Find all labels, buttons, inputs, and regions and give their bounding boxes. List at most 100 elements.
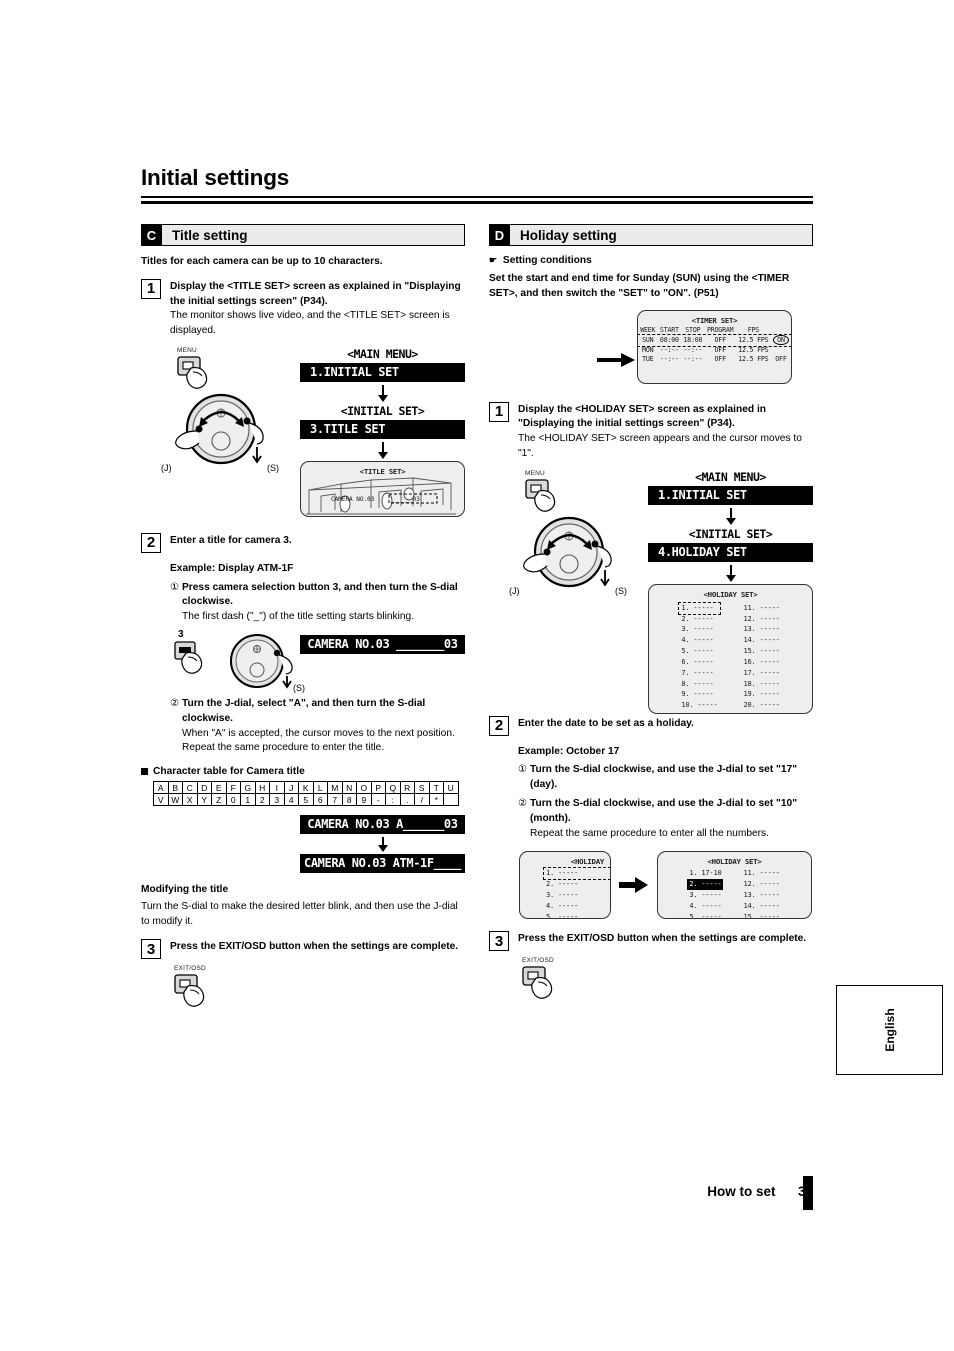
osd-initial-set-title-c: <INITIAL SET>	[340, 403, 425, 418]
holiday-entry[interactable]: 7. -----	[679, 668, 719, 679]
char-cell: T	[428, 781, 444, 795]
step-d2-sub1: ① Turn the S-dial clockwise, and use the…	[518, 763, 813, 793]
holiday-entry[interactable]: 3. -----	[687, 890, 723, 901]
jog-shuttle-dial-d[interactable]: (J) (S)	[507, 514, 647, 603]
sub2-marker-d: ②	[518, 798, 527, 810]
holiday-after-left-column: 1. 17-10 2. ----- 3. ----- 4. ----- 5. -…	[687, 868, 724, 919]
holiday-entry[interactable]: 17. -----	[742, 668, 782, 679]
timer-cell-start: 08:00	[659, 336, 679, 345]
holiday-entry[interactable]: 13. -----	[741, 890, 781, 901]
timer-cell-program: OFF	[714, 355, 727, 364]
char-cell: R	[399, 781, 415, 795]
holiday-entry[interactable]: 3. -----	[544, 890, 610, 901]
holiday-entry[interactable]: 10. -----	[679, 700, 719, 711]
section-c-lead: Titles for each camera can be up to 10 c…	[141, 256, 383, 267]
character-table-row-2: V W X Y Z 0 1 2 3 4 5 6 7 8 9 - : . / *	[153, 793, 459, 807]
holiday-entry[interactable]: 9. -----	[679, 689, 719, 700]
step-d2-number: 2	[489, 715, 509, 736]
holiday-entry[interactable]: 1. 17-10	[687, 868, 723, 879]
step-c3-bold: Press the EXIT/OSD button when the setti…	[170, 941, 459, 953]
jog-shuttle-dial-c[interactable]: (J) (S)	[159, 391, 299, 480]
holiday-entry[interactable]: 19. -----	[742, 689, 782, 700]
character-table: A B C D E F G H I J K L M N O P Q R S T	[153, 781, 459, 807]
exit-osd-button-icon-c[interactable]	[174, 972, 234, 1020]
holiday-entry[interactable]: 14. -----	[741, 901, 781, 912]
char-cell: C	[182, 781, 198, 795]
osd-flow-d: <MAIN MENU> 1.INITIAL SET <INITIAL SET> …	[648, 470, 813, 714]
char-cell: 2	[254, 793, 270, 807]
svg-text:______03: ______03	[391, 496, 420, 503]
dial-label-j-c: (J)	[161, 463, 172, 473]
osd-arrow-2-d	[648, 564, 813, 582]
section-c-header: C Title setting	[141, 224, 465, 246]
holiday-entry[interactable]: 6. -----	[679, 657, 719, 668]
holiday-before-after: <HOLIDAY 1. ----- 2. ----- 3. ----- 4. -…	[489, 851, 813, 920]
timer-row-mon: MON --:-- --:-- OFF 12.5 FPS	[638, 346, 791, 355]
holiday-entry[interactable]: 3. -----	[679, 624, 719, 635]
holiday-entry[interactable]: 5. -----	[679, 646, 719, 657]
timer-col-fps: FPS	[747, 326, 760, 335]
character-table-heading: Character table for Camera title	[141, 766, 465, 777]
holiday-entry[interactable]: 2. -----	[544, 879, 610, 890]
exit-osd-label-d: EXIT/OSD	[522, 957, 554, 965]
dial-label-s-c: (S)	[267, 463, 279, 473]
char-cell: A	[153, 781, 169, 795]
holiday-entry[interactable]: 2. -----	[687, 879, 724, 891]
footer-section-label: How to set	[707, 1184, 776, 1199]
step-d3: 3 Press the EXIT/OSD button when the set…	[489, 931, 813, 952]
holiday-after-right-column: 11. ----- 12. ----- 13. ----- 14. ----- …	[741, 868, 781, 919]
char-cell: 6	[312, 793, 328, 807]
modify-title-body: Turn the S-dial to make the desired lett…	[141, 900, 458, 927]
step-d1-number: 1	[489, 401, 509, 422]
holiday-entry[interactable]: 16. -----	[742, 657, 782, 668]
sub1-bold-d: Turn the S-dial clockwise, and use the J…	[530, 764, 798, 791]
holiday-entry[interactable]: 11. -----	[742, 603, 782, 614]
dial-label-s-d: (S)	[615, 586, 627, 596]
holiday-entry[interactable]: 1. -----	[678, 601, 721, 615]
live-video-illustration: CAMERA NO.03 ______03	[306, 477, 456, 515]
osd-initial-set-item-d: 4.HOLIDAY SET	[648, 542, 813, 562]
sub2-marker-c: ②	[170, 698, 179, 710]
char-cell: N	[341, 781, 357, 795]
holiday-entry[interactable]: 2. -----	[679, 614, 719, 625]
char-cell: 1	[240, 793, 256, 807]
holiday-entry[interactable]: 5. -----	[687, 912, 723, 919]
holiday-entry[interactable]: 12. -----	[741, 879, 781, 890]
footer-edge-bar	[803, 1176, 813, 1210]
holiday-entry[interactable]: 4. -----	[679, 635, 719, 646]
step-c1-number: 1	[141, 278, 161, 299]
holiday-entry[interactable]: 1. -----	[543, 867, 610, 881]
holiday-entry[interactable]: 11. -----	[741, 868, 781, 879]
holiday-after-caption: <HOLIDAY SET>	[707, 857, 762, 867]
timer-cell-start: --:--	[659, 355, 679, 364]
holiday-entry[interactable]: 4. -----	[544, 901, 610, 912]
setting-conditions-heading: ☛ Setting conditions	[489, 255, 813, 266]
holiday-entry[interactable]: 12. -----	[742, 614, 782, 625]
holiday-entry[interactable]: 18. -----	[742, 679, 782, 690]
char-cell: H	[254, 781, 270, 795]
header-rule-top	[141, 196, 813, 198]
char-cell: Q	[385, 781, 401, 795]
holiday-entry[interactable]: 14. -----	[742, 635, 782, 646]
sub1-normal-c: The first dash ("_") of the title settin…	[182, 611, 415, 623]
char-cell: J	[283, 781, 299, 795]
holiday-entry[interactable]: 15. -----	[742, 646, 782, 657]
holiday-entry[interactable]: 20. -----	[742, 700, 782, 711]
holiday-set-screen: <HOLIDAY SET> 1. ----- 2. ----- 3. -----…	[648, 583, 813, 714]
exit-osd-button-icon-d[interactable]	[522, 964, 582, 1012]
step-d3-bold: Press the EXIT/OSD button when the setti…	[518, 933, 807, 945]
modify-title-heading: Modifying the title	[141, 884, 229, 896]
holiday-entry[interactable]: 13. -----	[742, 624, 782, 635]
char-cell: V	[153, 793, 169, 807]
step-c2: 2 Enter a title for camera 3.	[141, 532, 465, 553]
step-d1: 1 Display the <HOLIDAY SET> screen as ex…	[489, 401, 813, 462]
char-cell: D	[196, 781, 212, 795]
char-cell: .	[399, 793, 415, 807]
osd-main-menu-title-d: <MAIN MENU>	[695, 469, 766, 484]
holiday-entry[interactable]: 8. -----	[679, 679, 719, 690]
holiday-entry[interactable]: 5. -----	[544, 912, 610, 919]
holiday-entry[interactable]: 15. -----	[741, 912, 781, 919]
character-table-row-1: A B C D E F G H I J K L M N O P Q R S T	[153, 781, 459, 795]
section-c: C Title setting Titles for each camera c…	[141, 224, 465, 1025]
holiday-entry[interactable]: 4. -----	[687, 901, 723, 912]
